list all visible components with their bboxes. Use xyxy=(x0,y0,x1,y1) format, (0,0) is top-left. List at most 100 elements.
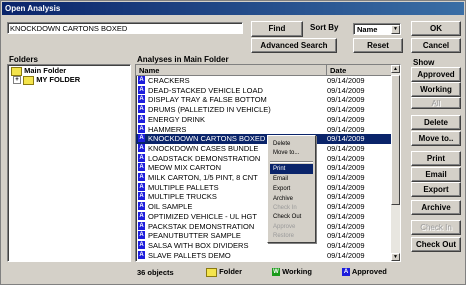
table-row[interactable]: A DEAD-STACKED VEHICLE LOAD 09/14/2009 xyxy=(136,85,391,96)
scrollbar[interactable]: ▲ ▼ xyxy=(391,65,400,261)
title-bar: Open Analysis xyxy=(2,2,464,15)
table-row[interactable]: A OIL SAMPLE 09/14/2009 xyxy=(136,202,391,212)
row-name: PACKSTAK DEMONSTRATION xyxy=(148,221,255,231)
scroll-down-icon[interactable]: ▼ xyxy=(391,253,400,261)
cancel-button[interactable]: Cancel xyxy=(411,38,461,53)
expand-icon[interactable]: + xyxy=(13,76,21,85)
show-approved-button[interactable]: Approved xyxy=(411,67,461,82)
row-name: SALSA WITH BOX DIVIDERS xyxy=(148,240,249,250)
row-date: 09/14/2009 xyxy=(327,221,365,231)
approved-icon: A xyxy=(138,105,145,114)
table-row[interactable]: A MILK CARTON, 1/5 PINT, 8 CNT 09/14/2009 xyxy=(136,173,391,183)
check-out-button[interactable]: Check Out xyxy=(411,237,461,252)
open-analysis-dialog: Open Analysis KNOCKDOWN CARTONS BOXED Fi… xyxy=(0,0,466,285)
approved-icon: A xyxy=(138,153,145,162)
table-row[interactable]: A KNOCKDOWN CARTONS BOXED 09/14/2009 xyxy=(136,134,391,144)
approved-icon: A xyxy=(138,192,145,201)
row-name: KNOCKDOWN CASES BUNDLE xyxy=(148,143,259,153)
table-row[interactable]: A SLAVE PALLETS DEMO 09/14/2009 xyxy=(136,250,391,261)
table-row[interactable]: A MULTIPLE PALLETS 09/14/2009 xyxy=(136,182,391,193)
row-name: MULTIPLE PALLETS xyxy=(148,182,219,192)
advanced-search-button[interactable]: Advanced Search xyxy=(251,38,337,53)
show-label: Show xyxy=(413,58,435,67)
row-date: 09/14/2009 xyxy=(327,231,365,241)
approved-icon: A xyxy=(138,182,145,191)
table-row[interactable]: A SALSA WITH BOX DIVIDERS 09/14/2009 xyxy=(136,240,391,251)
row-date: 09/14/2009 xyxy=(327,105,365,115)
menu-item-print[interactable]: Print xyxy=(270,164,313,174)
approved-icon: A xyxy=(138,95,145,104)
row-name: OPTIMIZED VEHICLE - UL HGT xyxy=(148,211,257,221)
archive-button[interactable]: Archive xyxy=(411,200,461,215)
approved-icon: A xyxy=(138,76,145,84)
context-menu: Delete Move to... Print Email Export Arc… xyxy=(267,135,316,243)
row-name: HAMMERS xyxy=(148,124,187,134)
approved-icon: A xyxy=(138,85,145,94)
object-count: 36 objects xyxy=(137,268,174,277)
table-row[interactable]: A OPTIMIZED VEHICLE - UL HGT 09/14/2009 xyxy=(136,211,391,222)
check-in-button: Check In xyxy=(411,220,461,235)
table-row[interactable]: A CRACKERS 09/14/2009 xyxy=(136,76,391,86)
sort-by-select[interactable]: Name ▼ xyxy=(353,23,401,35)
approved-icon: A xyxy=(138,231,145,240)
table-row[interactable]: A HAMMERS 09/14/2009 xyxy=(136,124,391,135)
show-all-button: All xyxy=(411,97,461,109)
row-date: 09/14/2009 xyxy=(327,182,365,192)
row-name: LOADSTACK DEMONSTRATION xyxy=(148,153,261,163)
menu-item-email[interactable]: Email xyxy=(270,174,313,184)
row-date: 09/14/2009 xyxy=(327,114,365,124)
search-input[interactable]: KNOCKDOWN CARTONS BOXED xyxy=(7,22,243,34)
email-button[interactable]: Email xyxy=(411,167,461,182)
folders-tree: Main Folder + MY FOLDER xyxy=(7,64,131,262)
approved-icon: A xyxy=(138,250,145,259)
delete-button[interactable]: Delete xyxy=(411,115,461,130)
analyses-rows: A CRACKERS 09/14/2009 A DEAD-STACKED VEHICLE… xyxy=(136,76,392,261)
row-date: 09/14/2009 xyxy=(327,124,365,134)
table-row[interactable]: A MULTIPLE TRUCKS 09/14/2009 xyxy=(136,192,391,202)
row-date: 09/14/2009 xyxy=(327,240,365,250)
menu-item-export[interactable]: Export xyxy=(270,184,313,194)
row-name: DRUMS (PALLETIZED IN VEHICLE) xyxy=(148,105,271,115)
table-row[interactable]: A MEOW MIX CARTON 09/14/2009 xyxy=(136,163,391,173)
legend-working: W Working xyxy=(272,267,312,277)
table-row[interactable]: A PACKSTAK DEMONSTRATION 09/14/2009 xyxy=(136,221,391,232)
print-button[interactable]: Print xyxy=(411,151,461,166)
ok-button[interactable]: OK xyxy=(411,21,461,36)
row-name: PEANUTBUTTER SAMPLE xyxy=(148,231,241,241)
menu-item-check-out[interactable]: Check Out xyxy=(270,212,313,222)
export-button[interactable]: Export xyxy=(411,182,461,197)
table-row[interactable]: A DISPLAY TRAY & FALSE BOTTOM 09/14/2009 xyxy=(136,95,391,105)
row-name: DISPLAY TRAY & FALSE BOTTOM xyxy=(148,95,267,105)
row-date: 09/14/2009 xyxy=(327,211,365,221)
table-row[interactable]: A PEANUTBUTTER SAMPLE 09/14/2009 xyxy=(136,231,391,241)
row-date: 09/14/2009 xyxy=(327,95,365,105)
row-date: 09/14/2009 xyxy=(327,250,365,260)
chevron-down-icon[interactable]: ▼ xyxy=(391,25,400,34)
approved-icon: A xyxy=(138,134,145,143)
row-date: 09/14/2009 xyxy=(327,76,365,85)
table-row[interactable]: A LOADSTACK DEMONSTRATION 09/14/2009 xyxy=(136,153,391,164)
table-row[interactable]: A ENERGY DRINK 09/14/2009 xyxy=(136,114,391,125)
column-header-name[interactable]: Name xyxy=(136,65,327,76)
move-to-button[interactable]: Move to.. xyxy=(411,131,461,146)
approved-icon: A xyxy=(138,173,145,181)
scroll-up-icon[interactable]: ▲ xyxy=(391,65,400,73)
folder-my-folder[interactable]: + MY FOLDER xyxy=(13,75,80,85)
sort-by-value: Name xyxy=(357,25,378,34)
row-name: KNOCKDOWN CARTONS BOXED xyxy=(148,134,266,144)
menu-item-move-to[interactable]: Move to... xyxy=(270,148,313,158)
table-row[interactable]: A KNOCKDOWN CASES BUNDLE 09/14/2009 xyxy=(136,143,391,154)
scroll-thumb[interactable] xyxy=(391,75,400,205)
row-name: ENERGY DRINK xyxy=(148,114,205,124)
find-button[interactable]: Find xyxy=(251,21,303,37)
row-name: CRACKERS xyxy=(148,76,190,85)
approved-icon: A xyxy=(138,202,145,211)
row-date: 09/14/2009 xyxy=(327,202,365,212)
reset-button[interactable]: Reset xyxy=(353,38,403,53)
table-row[interactable]: A DRUMS (PALLETIZED IN VEHICLE) 09/14/2009 xyxy=(136,105,391,115)
row-name: SLAVE PALLETS DEMO xyxy=(148,250,231,260)
column-header-date[interactable]: Date xyxy=(327,65,392,76)
folder-icon xyxy=(23,75,35,85)
show-working-button[interactable]: Working xyxy=(411,82,461,97)
row-name: MULTIPLE TRUCKS xyxy=(148,192,217,202)
